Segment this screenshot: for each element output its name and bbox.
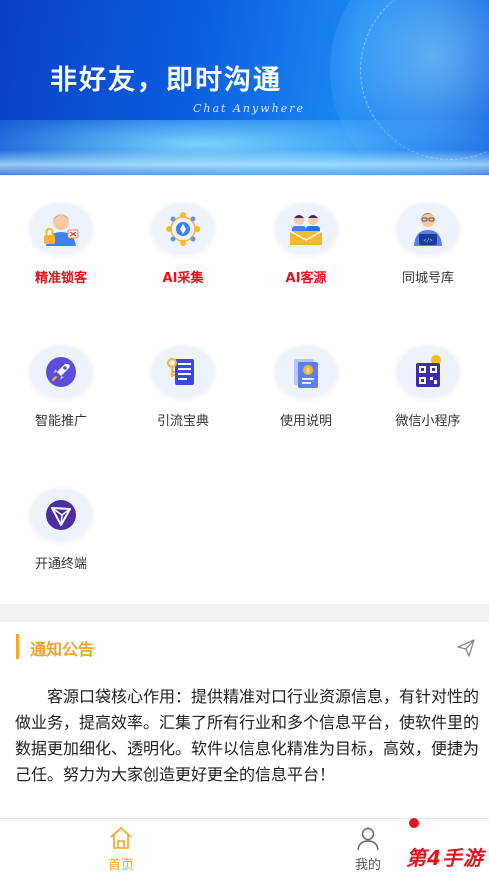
- grid-label-local-number: 同城号库: [401, 271, 454, 286]
- grid-item-promotion[interactable]: 智能推广: [0, 319, 122, 429]
- notification-badge: [409, 818, 419, 828]
- send-icon[interactable]: [456, 638, 476, 658]
- grid-label-customer-lock: 精准锁客: [34, 271, 87, 286]
- watermark-logo: 第4手游: [406, 846, 484, 870]
- grid-label-ai-collect: AI采集: [162, 271, 204, 286]
- grid-item-mini-program[interactable]: 微信小程序: [367, 319, 489, 429]
- notice-body: 客源口袋核心作用：提供精准对口行业资源信息，有针对性的做业务，提高效率。汇集了所…: [15, 687, 480, 784]
- feature-grid: 精准锁客 AI采集 AI客源 </> 同城号库 智能推广 引流宝典 $ 使用说明…: [0, 176, 489, 604]
- banner-subtitle: Chat Anywhere: [193, 102, 305, 115]
- grid-item-ai-collect[interactable]: AI采集: [122, 176, 244, 286]
- grid-label-mini-program: 微信小程序: [395, 414, 461, 429]
- tab-home[interactable]: 首页: [81, 819, 161, 874]
- grid-label-terminal: 开通终端: [34, 557, 87, 572]
- grid-item-guide-book[interactable]: 引流宝典: [122, 319, 244, 429]
- customer-lock-icon: [30, 203, 92, 255]
- notice-panel: 通知公告 客源口袋核心作用：提供精准对口行业资源信息，有针对性的做业务，提高效率…: [0, 622, 489, 818]
- qr-code-icon: [397, 346, 459, 398]
- banner-wave: [0, 150, 489, 175]
- rocket-icon: [30, 346, 92, 398]
- grid-item-customer-lock[interactable]: 精准锁客: [0, 176, 122, 286]
- svg-text:</>: </>: [423, 238, 432, 244]
- manual-icon: $: [275, 346, 337, 398]
- ai-customers-icon: [275, 203, 337, 255]
- ai-collect-icon: [152, 203, 214, 255]
- tab-mine[interactable]: 我的: [328, 819, 408, 874]
- grid-label-manual: 使用说明: [279, 414, 332, 429]
- notice-title: 通知公告: [30, 640, 95, 659]
- banner-title: 非好友，即时沟通: [50, 65, 282, 96]
- grid-item-terminal[interactable]: 开通终端: [0, 462, 122, 572]
- user-icon: [357, 827, 379, 851]
- guide-book-icon: [152, 346, 214, 398]
- grid-item-local-number[interactable]: </> 同城号库: [367, 176, 489, 286]
- grid-label-ai-customers: AI客源: [285, 271, 327, 286]
- svg-text:$: $: [306, 368, 310, 375]
- top-banner[interactable]: 非好友，即时沟通 Chat Anywhere: [0, 0, 489, 175]
- notice-accent-bar: [16, 634, 19, 659]
- terminal-icon: [30, 489, 92, 541]
- home-icon: [110, 827, 132, 849]
- local-number-icon: </>: [397, 203, 459, 255]
- grid-label-promotion: 智能推广: [34, 414, 87, 429]
- tab-home-label: 首页: [107, 858, 134, 873]
- grid-item-manual[interactable]: $ 使用说明: [245, 319, 367, 429]
- grid-item-ai-customers[interactable]: AI客源: [245, 176, 367, 286]
- grid-label-guide-book: 引流宝典: [156, 414, 209, 429]
- tab-mine-label: 我的: [354, 858, 381, 873]
